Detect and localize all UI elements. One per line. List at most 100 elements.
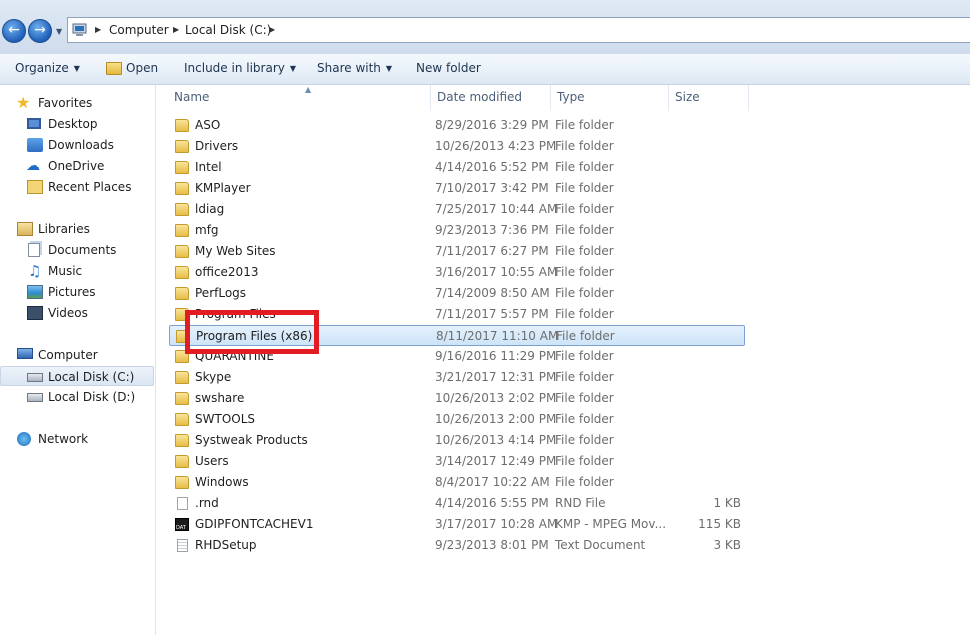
column-header-name[interactable]: Name ▲ bbox=[168, 85, 431, 111]
command-bar: Organize ▼ Open Include in library ▼ Share… bbox=[0, 54, 970, 85]
libraries-icon bbox=[17, 222, 33, 236]
file-row[interactable]: RHDSetup 9/23/2013 8:01 PM Text Document 3 … bbox=[169, 535, 745, 556]
new-folder-button[interactable]: New folder bbox=[416, 61, 481, 75]
network-icon bbox=[17, 432, 31, 446]
file-date-modified: 10/26/2013 2:02 PM bbox=[435, 391, 557, 405]
column-header-type[interactable]: Type bbox=[551, 85, 669, 111]
file-row[interactable]: office2013 3/16/2017 10:55 AM File folder bbox=[169, 262, 745, 283]
nav-onedrive[interactable]: ☁ OneDrive bbox=[26, 156, 146, 176]
file-name: .rnd bbox=[195, 496, 219, 510]
file-row[interactable]: Intel 4/14/2016 5:52 PM File folder bbox=[169, 157, 745, 178]
file-name: Skype bbox=[195, 370, 232, 384]
breadcrumb-computer[interactable]: Computer bbox=[109, 23, 169, 37]
address-bar[interactable]: ▶ Computer ▶ Local Disk (C:) ▶ bbox=[67, 17, 970, 43]
folder-icon bbox=[175, 245, 189, 258]
nav-pictures[interactable]: Pictures bbox=[26, 282, 146, 302]
file-row[interactable]: mfg 9/23/2013 7:36 PM File folder bbox=[169, 220, 745, 241]
share-with-button[interactable]: Share with ▼ bbox=[317, 61, 392, 75]
file-row[interactable]: Systweak Products 10/26/2013 4:14 PM File … bbox=[169, 430, 745, 451]
downloads-icon bbox=[27, 138, 43, 152]
file-row[interactable]: Program Files 7/11/2017 5:57 PM File folde… bbox=[169, 304, 745, 325]
file-row[interactable]: Windows 8/4/2017 10:22 AM File folder bbox=[169, 472, 745, 493]
file-row[interactable]: PerfLogs 7/14/2009 8:50 AM File folder bbox=[169, 283, 745, 304]
include-in-library-button[interactable]: Include in library ▼ bbox=[184, 61, 296, 75]
forward-button[interactable]: → bbox=[28, 19, 52, 43]
file-row[interactable]: GDIPFONTCACHEV1 3/17/2017 10:28 AMKMP - M… bbox=[169, 514, 745, 535]
videos-icon bbox=[27, 306, 43, 320]
chevron-right-icon[interactable]: ▶ bbox=[95, 25, 101, 34]
file-row[interactable]: swshare 10/26/2013 2:02 PM File folder bbox=[169, 388, 745, 409]
chevron-down-icon: ▼ bbox=[73, 64, 80, 73]
file-type: File folder bbox=[555, 433, 614, 447]
file-date-modified: 8/4/2017 10:22 AM bbox=[435, 475, 550, 489]
organize-button[interactable]: Organize ▼ bbox=[15, 61, 80, 75]
nav-local-disk-c[interactable]: Local Disk (C:) bbox=[0, 366, 154, 386]
nav-local-disk-d[interactable]: Local Disk (D:) bbox=[26, 387, 146, 407]
recent-pages-dropdown-icon[interactable]: ▼ bbox=[56, 27, 62, 36]
nav-desktop[interactable]: Desktop bbox=[26, 114, 146, 134]
file-row[interactable]: KMPlayer 7/10/2017 3:42 PM File folder bbox=[169, 178, 745, 199]
file-name: RHDSetup bbox=[195, 538, 257, 552]
file-row[interactable]: Skype 3/21/2017 12:31 PM File folder bbox=[169, 367, 745, 388]
cloud-icon: ☁ bbox=[26, 158, 40, 174]
nav-computer[interactable]: Computer bbox=[16, 345, 146, 365]
file-row[interactable]: Users 3/14/2017 12:49 PM File folder bbox=[169, 451, 745, 472]
file-date-modified: 9/16/2016 11:29 PM bbox=[435, 349, 557, 363]
file-type: File folder bbox=[555, 475, 614, 489]
chevron-down-icon: ▼ bbox=[385, 64, 393, 73]
file-name: Users bbox=[195, 454, 229, 468]
nav-recent-places[interactable]: Recent Places bbox=[26, 177, 146, 197]
documents-icon bbox=[28, 243, 40, 257]
file-date-modified: 3/14/2017 12:49 PM bbox=[435, 454, 557, 468]
file-row[interactable]: QUARANTINE 9/16/2016 11:29 PM File folder bbox=[169, 346, 745, 367]
file-date-modified: 9/23/2013 8:01 PM bbox=[435, 538, 549, 552]
file-row[interactable]: ldiag 7/25/2017 10:44 AM File folder bbox=[169, 199, 745, 220]
file-name: Intel bbox=[195, 160, 222, 174]
chevron-down-icon: ▼ bbox=[289, 64, 297, 73]
nav-network[interactable]: Network bbox=[16, 429, 146, 449]
file-row[interactable]: My Web Sites 7/11/2017 6:27 PM File folder bbox=[169, 241, 745, 262]
computer-icon bbox=[17, 348, 33, 359]
star-icon: ★ bbox=[16, 93, 31, 112]
file-row[interactable]: SWTOOLS 10/26/2013 2:00 PM File folder bbox=[169, 409, 745, 430]
file-list-pane: Name ▲ Date modified Type Size ASO 8/29/2… bbox=[157, 85, 970, 635]
file-date-modified: 10/26/2013 2:00 PM bbox=[435, 412, 557, 426]
back-button[interactable]: ← bbox=[2, 19, 26, 43]
file-name: KMPlayer bbox=[195, 181, 251, 195]
folder-icon bbox=[175, 476, 189, 489]
file-name: QUARANTINE bbox=[195, 349, 274, 363]
nav-downloads[interactable]: Downloads bbox=[26, 135, 146, 155]
folder-icon bbox=[175, 308, 189, 321]
folder-icon bbox=[175, 350, 189, 363]
sort-ascending-icon: ▲ bbox=[305, 85, 312, 94]
nav-documents[interactable]: Documents bbox=[26, 240, 146, 260]
column-header-date-modified[interactable]: Date modified bbox=[431, 85, 551, 111]
column-header-size[interactable]: Size bbox=[669, 85, 749, 111]
file-date-modified: 8/11/2017 11:10 AM bbox=[436, 329, 559, 343]
file-type: KMP - MPEG Mov... bbox=[555, 517, 667, 531]
nav-music[interactable]: ♫ Music bbox=[26, 261, 146, 281]
file-type: File folder bbox=[555, 370, 614, 384]
file-date-modified: 3/16/2017 10:55 AM bbox=[435, 265, 558, 279]
file-type: File folder bbox=[555, 202, 614, 216]
breadcrumb-local-disk-c[interactable]: Local Disk (C:) bbox=[185, 23, 271, 37]
nav-videos[interactable]: Videos bbox=[26, 303, 146, 323]
file-name: SWTOOLS bbox=[195, 412, 256, 426]
chevron-right-icon[interactable]: ▶ bbox=[269, 25, 275, 34]
file-date-modified: 3/21/2017 12:31 PM bbox=[435, 370, 557, 384]
chevron-right-icon[interactable]: ▶ bbox=[173, 25, 179, 34]
open-button[interactable]: Open bbox=[126, 61, 158, 75]
file-row[interactable]: .rnd 4/14/2016 5:55 PM RND File 1 KB bbox=[169, 493, 745, 514]
file-type: File folder bbox=[555, 307, 614, 321]
file-row[interactable]: Drivers 10/26/2013 4:23 PM File folder bbox=[169, 136, 745, 157]
folder-icon bbox=[176, 330, 190, 343]
file-name: Program Files bbox=[195, 307, 276, 321]
file-row[interactable]: Program Files (x86) 8/11/2017 11:10 AM Fil… bbox=[169, 325, 745, 346]
file-row[interactable]: ASO 8/29/2016 3:29 PM File folder bbox=[169, 115, 745, 136]
nav-favorites[interactable]: ★ Favorites bbox=[16, 93, 146, 113]
file-type: RND File bbox=[555, 496, 606, 510]
file-date-modified: 10/26/2013 4:23 PM bbox=[435, 139, 557, 153]
file-type: File folder bbox=[555, 160, 614, 174]
file-type: Text Document bbox=[555, 538, 646, 552]
nav-libraries[interactable]: Libraries bbox=[16, 219, 146, 239]
